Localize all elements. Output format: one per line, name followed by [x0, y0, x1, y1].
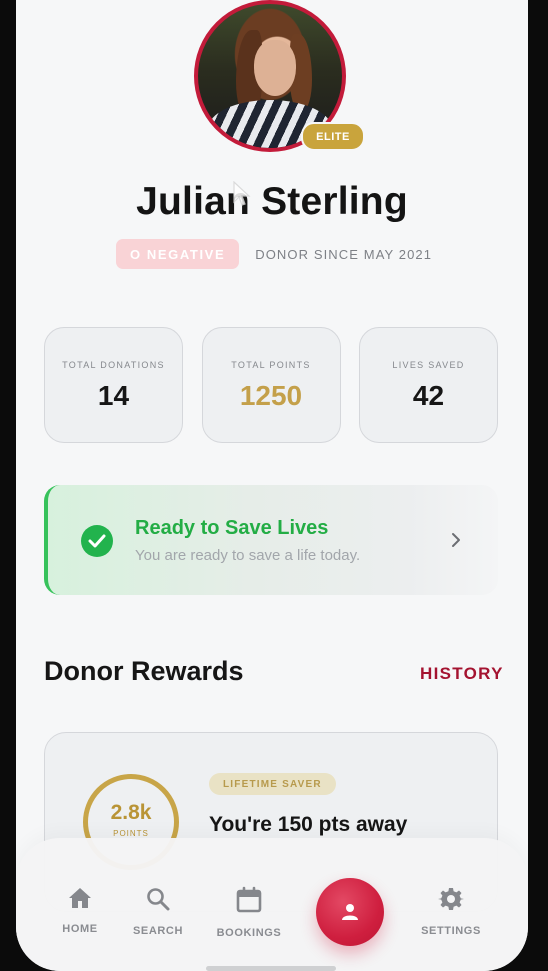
status-title: Ready to Save Lives: [135, 517, 329, 539]
points-ring-value: 2.8k: [110, 801, 152, 824]
status-subtitle: You are ready to save a life today.: [135, 547, 361, 564]
mouse-cursor-icon: [232, 180, 252, 212]
donor-meta-row: O NEGATIVE DONOR SINCE MAY 2021: [116, 239, 432, 269]
ready-status-card[interactable]: Ready to Save Lives You are ready to sav…: [44, 485, 498, 595]
gear-icon: [438, 888, 464, 910]
avatar-container: ELITE: [194, 0, 365, 152]
nav-label: BOOKINGS: [216, 927, 282, 939]
stat-card-points[interactable]: TOTAL POINTS 1250: [201, 327, 341, 443]
stat-value: 14: [97, 380, 130, 411]
stats-row: TOTAL DONATIONS 14 TOTAL POINTS 1250 LIV…: [44, 327, 498, 445]
phone-frame: ELITE Julian Sterling O NEGATIVE DONOR S…: [16, 0, 528, 971]
points-ring-label: POINTS: [113, 829, 149, 838]
chevron-right-icon: [450, 531, 462, 554]
nav-label: HOME: [62, 923, 98, 935]
tier-badge: LIFETIME SAVER: [209, 773, 336, 795]
home-indicator[interactable]: [206, 966, 336, 971]
donor-since-text: DONOR SINCE MAY 2021: [255, 246, 433, 262]
stat-label: LIVES SAVED: [392, 360, 465, 370]
profile-screen: ELITE Julian Sterling O NEGATIVE DONOR S…: [16, 0, 528, 971]
stat-card-donations[interactable]: TOTAL DONATIONS 14: [44, 327, 183, 443]
rewards-heading: Donor Rewards: [44, 656, 244, 686]
elite-badge: ELITE: [301, 122, 365, 151]
stat-value: 42: [412, 380, 445, 411]
stat-value: 1250: [239, 380, 303, 411]
nav-bookings[interactable]: BOOKINGS: [214, 886, 284, 939]
stat-label: TOTAL POINTS: [231, 360, 311, 370]
nav-label: SEARCH: [132, 925, 184, 937]
blood-type-badge: O NEGATIVE: [116, 239, 240, 269]
home-icon: [69, 888, 91, 908]
stat-label: TOTAL DONATIONS: [62, 360, 165, 370]
check-circle-icon: [81, 525, 113, 557]
bottom-nav: HOME SEARCH BOOKINGS SETTINGS: [16, 838, 528, 971]
history-link[interactable]: HISTORY: [420, 664, 504, 684]
nav-label: SETTINGS: [421, 925, 481, 937]
nav-settings[interactable]: SETTINGS: [416, 886, 486, 937]
reward-progress-text: You're 150 pts away: [209, 813, 408, 836]
nav-search[interactable]: SEARCH: [130, 886, 186, 937]
profile-name: Julian Sterling: [136, 180, 408, 223]
calendar-icon: [236, 886, 262, 913]
nav-profile-button[interactable]: [316, 878, 384, 946]
avatar-face: [254, 40, 296, 96]
nav-home[interactable]: HOME: [60, 886, 100, 935]
person-icon: [342, 904, 358, 920]
stat-card-lives[interactable]: LIVES SAVED 42: [359, 327, 498, 443]
search-icon: [147, 888, 170, 911]
